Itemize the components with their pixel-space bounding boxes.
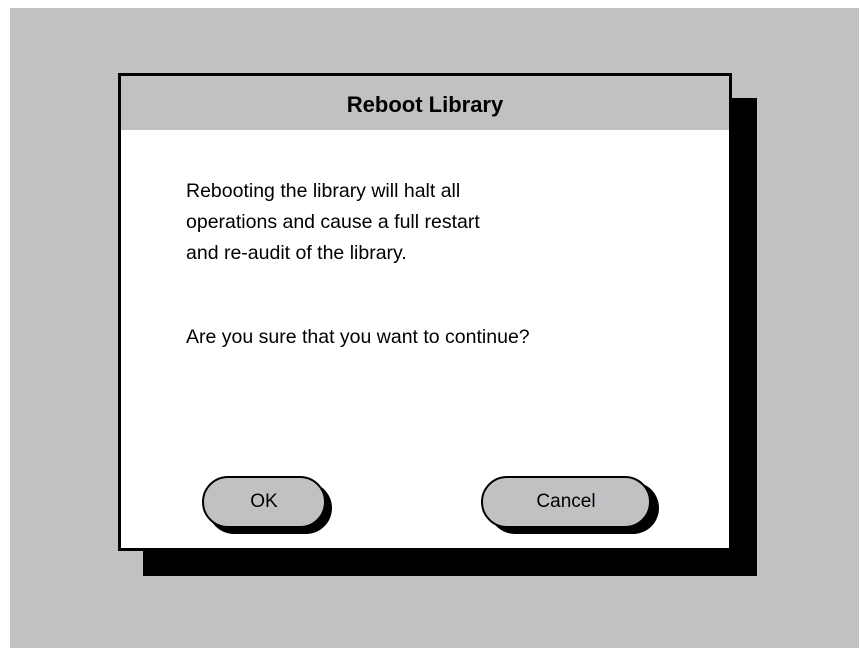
dialog-title-bar: Reboot Library <box>121 76 729 130</box>
reboot-library-dialog: Reboot Library Rebooting the library wil… <box>118 73 732 551</box>
message-line: and re-audit of the library. <box>186 242 407 264</box>
ok-button-container: OK <box>202 476 332 534</box>
dialog-title: Reboot Library <box>346 91 504 117</box>
message-line: operations and cause a full restart <box>186 211 480 233</box>
message-line: Rebooting the library will halt all <box>186 180 461 202</box>
ok-button-label: OK <box>250 491 278 512</box>
ok-button[interactable]: OK <box>202 476 326 528</box>
cancel-button-container: Cancel <box>481 476 659 534</box>
confirmation-question: Are you sure that you want to continue? <box>186 326 530 348</box>
cancel-button-label: Cancel <box>536 491 596 512</box>
cancel-button[interactable]: Cancel <box>481 476 651 528</box>
dialog-message: Rebooting the library will halt all oper… <box>186 176 706 269</box>
